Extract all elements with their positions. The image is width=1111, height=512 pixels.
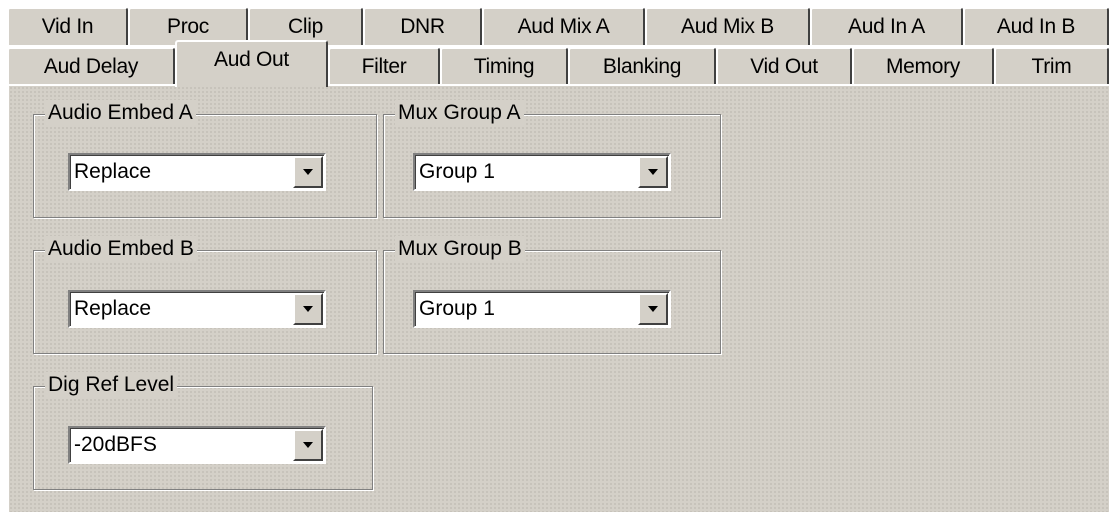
dig-ref-level-dropdown-button[interactable]: [293, 429, 323, 461]
tab-aud-mix-b[interactable]: Aud Mix B: [645, 7, 810, 45]
audio-embed-b-dropdown-button[interactable]: [293, 293, 323, 325]
mux-group-a-dropdown-button[interactable]: [638, 156, 668, 188]
tab-label: Memory: [885, 55, 961, 78]
mux-group-b-value: Group 1: [419, 297, 495, 320]
mux-group-a-label: Mux Group A: [395, 100, 524, 126]
tab-filter[interactable]: Filter: [328, 47, 440, 85]
mux-group-b-dropdown-button[interactable]: [638, 293, 668, 325]
mux-group-b-select[interactable]: Group 1: [413, 290, 671, 328]
tab-memory[interactable]: Memory: [852, 47, 994, 85]
audio-embed-a-group: Audio Embed A Replace: [33, 100, 377, 218]
tab-label: Timing: [473, 55, 535, 78]
tab-label: Aud Mix A: [517, 15, 610, 38]
aud-out-panel: Audio Embed A Replace Mux Group A Group …: [7, 84, 1109, 512]
tab-aud-mix-a[interactable]: Aud Mix A: [482, 7, 645, 45]
tab-aud-out[interactable]: Aud Out: [175, 40, 328, 87]
dig-ref-level-label: Dig Ref Level: [45, 372, 178, 398]
tab-label: Filter: [361, 55, 407, 78]
down-arrow-icon: [303, 306, 313, 312]
mux-group-a-select[interactable]: Group 1: [413, 153, 671, 191]
tab-label: Aud Out: [214, 48, 289, 71]
tab-aud-delay[interactable]: Aud Delay: [7, 47, 175, 85]
tab-label: Proc: [167, 15, 209, 38]
audio-embed-b-select[interactable]: Replace: [68, 290, 326, 328]
audio-embed-b-value: Replace: [74, 297, 152, 320]
down-arrow-icon: [303, 169, 313, 175]
audio-embed-a-value: Replace: [74, 160, 152, 183]
mux-group-a-value: Group 1: [419, 160, 495, 183]
tab-dnr[interactable]: DNR: [363, 7, 482, 45]
dig-ref-level-select[interactable]: -20dBFS: [68, 426, 326, 464]
tab-label: Blanking: [602, 55, 682, 78]
tab-label: Trim: [1031, 55, 1072, 78]
tab-timing[interactable]: Timing: [440, 47, 568, 85]
down-arrow-icon: [648, 306, 658, 312]
mux-group-b-group: Mux Group B Group 1: [383, 236, 721, 354]
tab-label: DNR: [400, 15, 445, 38]
dig-ref-level-value: -20dBFS: [74, 433, 157, 456]
tab-label: Aud Mix B: [681, 15, 774, 38]
dig-ref-level-group: Dig Ref Level -20dBFS: [33, 372, 373, 490]
audio-embed-a-select[interactable]: Replace: [68, 153, 326, 191]
tab-blanking[interactable]: Blanking: [568, 47, 716, 85]
down-arrow-icon: [303, 442, 313, 448]
tab-label: Vid In: [41, 15, 94, 38]
audio-embed-b-label: Audio Embed B: [45, 236, 197, 262]
tab-vid-in[interactable]: Vid In: [7, 7, 128, 45]
tab-aud-in-a[interactable]: Aud In A: [810, 7, 963, 45]
audio-embed-a-dropdown-button[interactable]: [293, 156, 323, 188]
tab-label: Aud In A: [848, 15, 925, 38]
audio-embed-b-group: Audio Embed B Replace: [33, 236, 377, 354]
tab-trim[interactable]: Trim: [994, 47, 1109, 85]
window-content: Vid In Proc Clip DNR Aud Mix A Aud Mix B…: [0, 0, 1111, 512]
audio-embed-a-label: Audio Embed A: [45, 100, 196, 126]
mux-group-a-group: Mux Group A Group 1: [383, 100, 721, 218]
tab-label: Vid Out: [750, 55, 818, 78]
tab-label: Clip: [288, 15, 323, 38]
tab-label: Aud In B: [996, 15, 1076, 38]
mux-group-b-label: Mux Group B: [395, 236, 525, 262]
tab-label: Aud Delay: [43, 55, 139, 78]
tab-aud-in-b[interactable]: Aud In B: [963, 7, 1109, 45]
down-arrow-icon: [648, 169, 658, 175]
tab-vid-out[interactable]: Vid Out: [716, 47, 852, 85]
